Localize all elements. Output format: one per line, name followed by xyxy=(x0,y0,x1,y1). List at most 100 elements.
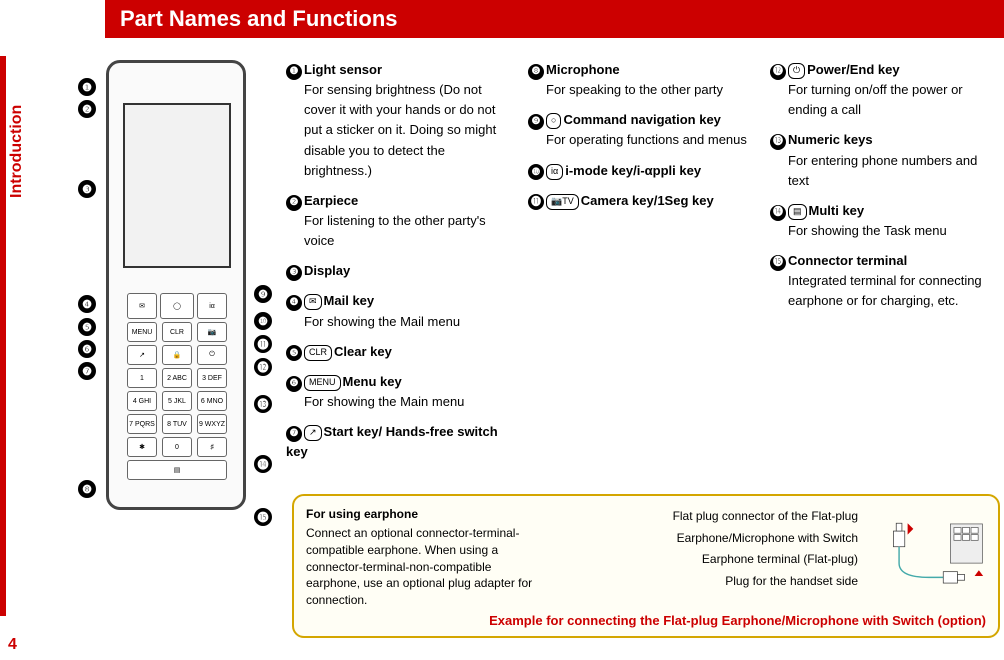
clr-key-icon: CLR xyxy=(162,322,192,342)
part-item-title: ⓯Connector terminal xyxy=(770,251,1000,271)
earphone-heading: For using earphone xyxy=(306,506,544,523)
key-icon: 📷TV xyxy=(546,194,579,210)
part-number-badge: ❼ xyxy=(286,426,302,442)
part-description: For speaking to the other party xyxy=(528,80,758,100)
start-key-icon: ↗ xyxy=(127,345,157,365)
part-item: ❶Light sensorFor sensing brightness (Do … xyxy=(286,60,516,181)
part-number-badge: ❶ xyxy=(286,64,302,80)
key-icon: CLR xyxy=(304,345,332,361)
callout-14: ⓮ xyxy=(254,455,272,473)
part-item-title: ❺CLRClear key xyxy=(286,342,516,362)
key-8: 8 TUV xyxy=(162,414,192,434)
sidebar-section-label: Introduction xyxy=(8,105,26,198)
part-item: ❿iαi-mode key/i-αppli key xyxy=(528,161,758,181)
earphone-diagram xyxy=(872,506,986,606)
earphone-label-2: Earphone terminal (Flat-plug) xyxy=(558,549,858,571)
page-header: ❀ Part Names and Functions xyxy=(0,0,1004,38)
part-item: ❷EarpieceFor listening to the other part… xyxy=(286,191,516,251)
part-number-badge: ❷ xyxy=(286,195,302,211)
part-number-badge: ❿ xyxy=(528,164,544,180)
callout-9: ❾ xyxy=(254,285,272,303)
key-5: 5 JKL xyxy=(162,391,192,411)
part-number-badge: ❾ xyxy=(528,114,544,130)
key-hash: ♯ xyxy=(197,437,227,457)
description-columns: ❶Light sensorFor sensing brightness (Do … xyxy=(286,60,1000,472)
key-icon: ✉ xyxy=(304,294,322,310)
part-description: For showing the Main menu xyxy=(286,392,516,412)
part-description: Integrated terminal for connecting earph… xyxy=(770,271,1000,311)
earphone-label-3: Plug for the handset side xyxy=(558,571,858,593)
part-name: Light sensor xyxy=(304,62,382,77)
key-icon: ⏻ xyxy=(788,63,805,79)
part-number-badge: ❽ xyxy=(528,64,544,80)
part-name: i-mode key/i-αppli key xyxy=(565,163,701,178)
camera-key-icon: 📷 xyxy=(197,322,227,342)
column-3: ⓬⏻Power/End keyFor turning on/off the po… xyxy=(770,60,1000,472)
part-description: For sensing brightness (Do not cover it … xyxy=(286,80,516,181)
callout-1: ❶ xyxy=(78,78,96,96)
part-item: ❺CLRClear key xyxy=(286,342,516,362)
imode-key-icon: iα xyxy=(197,293,227,319)
connector-diagram-icon xyxy=(872,506,986,606)
part-item: ⓭Numeric keysFor entering phone numbers … xyxy=(770,130,1000,190)
part-item: ⓫📷TVCamera key/1Seg key xyxy=(528,191,758,211)
part-item-title: ⓫📷TVCamera key/1Seg key xyxy=(528,191,758,211)
callout-11: ⓫ xyxy=(254,335,272,353)
part-item: ❼↗Start key/ Hands-free switch key xyxy=(286,422,516,462)
column-2: ❽MicrophoneFor speaking to the other par… xyxy=(528,60,758,472)
key-7: 7 PQRS xyxy=(127,414,157,434)
part-name: Microphone xyxy=(546,62,620,77)
header-ornament-icon: ❀ xyxy=(78,8,93,46)
part-item-title: ❶Light sensor xyxy=(286,60,516,80)
part-item-title: ❹✉Mail key xyxy=(286,291,516,311)
lock-key-icon: 🔒 xyxy=(162,345,192,365)
part-name: Connector terminal xyxy=(788,253,907,268)
part-number-badge: ⓯ xyxy=(770,255,786,271)
key-1: 1 xyxy=(127,368,157,388)
key-6: 6 MNO xyxy=(197,391,227,411)
part-name: Camera key/1Seg key xyxy=(581,193,714,208)
sidebar-accent-bar xyxy=(0,56,6,616)
part-item: ⓯Connector terminalIntegrated terminal f… xyxy=(770,251,1000,311)
phone-keypad: ✉◯iα MENUCLR📷 ↗🔒⏻ 12 ABC3 DEF 4 GHI5 JKL… xyxy=(127,293,227,483)
multi-key-icon: ▤ xyxy=(127,460,227,480)
sidebar: Introduction 4 xyxy=(0,38,36,660)
part-item: ❾○Command navigation keyFor operating fu… xyxy=(528,110,758,150)
callout-2: ❷ xyxy=(78,100,96,118)
key-4: 4 GHI xyxy=(127,391,157,411)
main-content: ✉◯iα MENUCLR📷 ↗🔒⏻ 12 ABC3 DEF 4 GHI5 JKL… xyxy=(36,50,1004,660)
part-description: For listening to the other party's voice xyxy=(286,211,516,251)
part-item-title: ❽Microphone xyxy=(528,60,758,80)
callout-6: ❻ xyxy=(78,340,96,358)
part-description: For showing the Mail menu xyxy=(286,312,516,332)
key-icon: ○ xyxy=(546,113,561,129)
part-item-title: ⓬⏻Power/End key xyxy=(770,60,1000,80)
part-item-title: ❸Display xyxy=(286,261,516,281)
menu-key-icon: MENU xyxy=(127,322,157,342)
part-item: ❹✉Mail keyFor showing the Mail menu xyxy=(286,291,516,331)
nav-key-icon: ◯ xyxy=(160,293,194,319)
callout-13: ⓭ xyxy=(254,395,272,413)
phone-diagram: ✉◯iα MENUCLR📷 ↗🔒⏻ 12 ABC3 DEF 4 GHI5 JKL… xyxy=(106,60,266,540)
earphone-label-1: Flat plug connector of the Flat-plug Ear… xyxy=(558,506,858,549)
part-item-title: ❾○Command navigation key xyxy=(528,110,758,130)
page-number: 4 xyxy=(8,636,17,654)
part-item-title: ⓮▤Multi key xyxy=(770,201,1000,221)
part-item: ❻MENUMenu keyFor showing the Main menu xyxy=(286,372,516,412)
part-name: Clear key xyxy=(334,344,392,359)
part-name: Menu key xyxy=(343,374,402,389)
callout-3: ❸ xyxy=(78,180,96,198)
part-name: Display xyxy=(304,263,350,278)
mail-key-icon: ✉ xyxy=(127,293,157,319)
part-name: Power/End key xyxy=(807,62,899,77)
phone-body: ✉◯iα MENUCLR📷 ↗🔒⏻ 12 ABC3 DEF 4 GHI5 JKL… xyxy=(106,60,246,510)
earphone-body: Connect an optional connector-terminal-c… xyxy=(306,525,544,609)
callout-4: ❹ xyxy=(78,295,96,313)
part-item: ⓮▤Multi keyFor showing the Task menu xyxy=(770,201,1000,241)
header-title: Part Names and Functions xyxy=(120,6,398,31)
part-number-badge: ❻ xyxy=(286,376,302,392)
part-item-title: ❷Earpiece xyxy=(286,191,516,211)
part-item: ❽MicrophoneFor speaking to the other par… xyxy=(528,60,758,100)
part-number-badge: ❺ xyxy=(286,345,302,361)
part-item: ❸Display xyxy=(286,261,516,281)
